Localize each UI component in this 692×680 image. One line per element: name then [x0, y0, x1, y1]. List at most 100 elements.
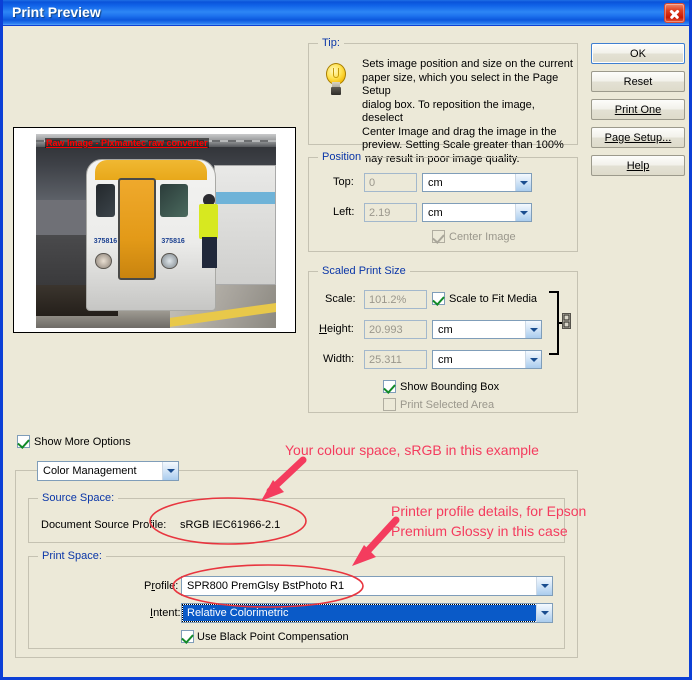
chevron-down-icon[interactable]	[162, 462, 178, 480]
left-input[interactable]: 2.19	[364, 203, 417, 222]
ok-button[interactable]: OK	[591, 43, 685, 64]
chevron-down-icon[interactable]	[536, 604, 552, 622]
height-unit-select[interactable]: cm	[432, 320, 542, 339]
height-input[interactable]: 20.993	[364, 320, 427, 339]
image-train-number-left: 375816	[93, 237, 118, 245]
preview-caption: Raw Image - Pixmantec raw converter	[45, 138, 209, 148]
profile-label: Profile:	[144, 580, 179, 592]
scaled-print-size-legend: Scaled Print Size	[318, 265, 410, 277]
annotation-colour-space: Your colour space, sRGB in this example	[285, 442, 539, 458]
intent-select[interactable]: Relative Colorimetric	[181, 603, 553, 623]
document-source-profile-value: sRGB IEC61966-2.1	[180, 519, 281, 531]
title-bar: Print Preview	[3, 0, 689, 26]
image-train-number-right: 375816	[161, 237, 185, 245]
show-bounding-box-checkbox[interactable]	[383, 380, 396, 393]
color-management-select[interactable]: Color Management	[37, 461, 179, 481]
height-unit-value: cm	[438, 323, 453, 336]
close-icon[interactable]	[664, 3, 685, 23]
print-one-button[interactable]: Print One	[591, 99, 685, 120]
annotation-printer-profile-line1: Printer profile details, for Epson	[391, 503, 587, 519]
black-point-compensation-checkbox[interactable]	[181, 630, 194, 643]
print-space-legend: Print Space:	[38, 550, 106, 562]
top-unit-value: cm	[428, 176, 443, 189]
tip-line: dialog box. To reposition the image, des…	[362, 98, 535, 125]
tip-line: preview. Setting Scale greater than 100%	[362, 139, 564, 151]
tip-group: Tip: Sets image position and size on the…	[308, 37, 578, 165]
chain-link-icon[interactable]	[562, 313, 571, 329]
window-title: Print Preview	[12, 4, 101, 20]
image-train-window-left	[96, 184, 116, 217]
height-label-rest: eight:	[326, 323, 354, 335]
show-more-options-checkbox[interactable]	[17, 435, 30, 448]
image-train-lamp-left	[95, 252, 112, 270]
image-person-vest	[199, 203, 219, 239]
help-label: Help	[626, 159, 650, 172]
print-selected-area-checkbox[interactable]	[383, 398, 396, 411]
height-label: Height:	[319, 323, 354, 335]
top-label: Top:	[333, 176, 354, 188]
print-space-group: Print Space: Profile: SPR800 PremGlsy Bs…	[28, 550, 565, 649]
profile-label-rest: ofile:	[155, 580, 179, 592]
left-unit-value: cm	[428, 206, 443, 219]
position-group: Position Top: 0 cm Left: 2.19 cm Center …	[308, 151, 578, 252]
center-image-label: Center Image	[449, 231, 516, 243]
color-management-value: Color Management	[43, 465, 137, 477]
image-train-door	[118, 178, 157, 280]
width-unit-select[interactable]: cm	[432, 350, 542, 369]
tip-line: Sets image position and size on the curr…	[362, 58, 573, 70]
center-image-checkbox[interactable]	[432, 230, 445, 243]
intent-label: Intent:	[150, 607, 181, 619]
tip-line: paper size, which you select in the Page…	[362, 71, 559, 98]
page-setup-button[interactable]: Page Setup...	[591, 127, 685, 148]
top-unit-select[interactable]: cm	[422, 173, 532, 192]
width-input[interactable]: 25.311	[364, 350, 427, 369]
image-train: 375816 375816	[86, 159, 216, 311]
source-space-legend: Source Space:	[38, 492, 119, 504]
image-coach-stripe	[214, 192, 275, 204]
width-unit-value: cm	[438, 353, 453, 366]
left-label: Left:	[333, 206, 355, 218]
document-source-profile-label: Document Source Profile:	[41, 519, 167, 531]
position-legend: Position	[318, 151, 366, 163]
dimension-link-bracket	[549, 291, 562, 355]
scaled-print-size-group: Scaled Print Size Scale: 101.2% Scale to…	[308, 265, 578, 413]
width-label: Width:	[323, 353, 355, 365]
preview-image[interactable]: 375816 375816 Raw Image - Pixmantec raw …	[36, 134, 276, 328]
tip-line: Center Image and drag the image in the	[362, 125, 557, 138]
print-preview-canvas[interactable]: 375816 375816 Raw Image - Pixmantec raw …	[13, 127, 296, 333]
tip-legend: Tip:	[318, 37, 344, 49]
show-bounding-box-label: Show Bounding Box	[400, 381, 500, 393]
image-train-front	[95, 160, 208, 180]
chevron-down-icon[interactable]	[525, 321, 541, 338]
help-button[interactable]: Help	[591, 155, 685, 176]
annotation-printer-profile-line2: Premium Glossy in this case	[391, 523, 568, 539]
chevron-down-icon[interactable]	[525, 351, 541, 368]
scale-to-fit-media-checkbox[interactable]	[432, 292, 445, 305]
lightbulb-icon	[323, 63, 349, 97]
black-point-compensation-label: Use Black Point Compensation	[197, 631, 349, 643]
intent-label-rest: ntent:	[153, 607, 181, 619]
profile-value: SPR800 PremGlsy BstPhoto R1	[187, 580, 345, 592]
scale-to-fit-media-label: Scale to Fit Media	[449, 293, 538, 305]
intent-value: Relative Colorimetric	[182, 604, 537, 622]
reset-button[interactable]: Reset	[591, 71, 685, 92]
top-input[interactable]: 0	[364, 173, 417, 192]
image-train-window-right	[160, 184, 189, 217]
left-unit-select[interactable]: cm	[422, 203, 532, 222]
chevron-down-icon[interactable]	[515, 174, 531, 191]
scale-input[interactable]: 101.2%	[364, 290, 427, 309]
tip-text: Sets image position and size on the curr…	[362, 58, 577, 166]
image-coach	[213, 165, 276, 286]
chevron-down-icon[interactable]	[515, 204, 531, 221]
profile-select[interactable]: SPR800 PremGlsy BstPhoto R1	[181, 576, 553, 596]
print-preview-dialog: Print Preview 375816 375816 Raw Image - …	[0, 0, 692, 680]
image-person-legs	[201, 236, 218, 268]
show-more-options-label: Show More Options	[34, 436, 131, 448]
print-selected-area-label: Print Selected Area	[400, 399, 495, 411]
show-more-options-text: Show More Options	[34, 436, 131, 448]
image-train-lamp-right	[161, 252, 178, 270]
chevron-down-icon[interactable]	[536, 577, 552, 595]
page-setup-label: Page Setup...	[604, 131, 672, 144]
print-one-label: Print One	[614, 103, 662, 116]
scale-label: Scale:	[325, 293, 356, 305]
